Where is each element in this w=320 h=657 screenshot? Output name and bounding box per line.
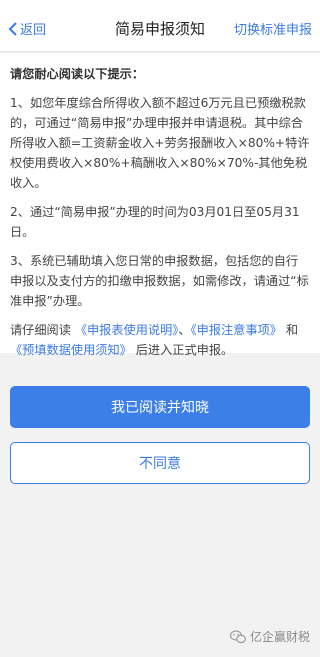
agree-button[interactable]: 我已阅读并知晓	[10, 386, 310, 428]
read-prefix: 请仔细阅读	[10, 323, 71, 337]
notice-item-2: 2、通过“简易申报”办理的时间为03月01日至05月31日。	[10, 205, 300, 239]
link-filing-notes[interactable]: 《申报注意事项》	[191, 323, 282, 337]
back-label: 返回	[20, 23, 47, 38]
read-docs-text: 请仔细阅读 《申报表使用说明》、《申报注意事项》 和 《预填数据使用须知》 后进…	[10, 320, 310, 360]
intro-text: 请您耐心阅读以下提示：	[10, 67, 145, 81]
watermark-text: 亿企赢财税	[249, 630, 310, 644]
read-suffix: 后进入正式申报。	[135, 343, 234, 357]
switch-standard-button[interactable]: 切换标准申报	[234, 19, 312, 38]
wechat-icon	[229, 629, 246, 643]
disagree-button[interactable]: 不同意	[10, 442, 310, 484]
notice-item-3: 3、系统已辅助填入您日常的申报数据，包括您的自行申报以及支付方的扣缴申报数据，如…	[10, 254, 309, 308]
and-text: 和	[285, 323, 299, 337]
nav-bar: 返回 简易申报须知 切换标准申报	[0, 0, 320, 52]
link-form-instructions[interactable]: 《申报表使用说明》	[75, 323, 179, 337]
link-prefill-notice[interactable]: 《预填数据使用须知》	[10, 343, 132, 357]
separator: 、	[178, 323, 191, 337]
notice-content: 请您耐心阅读以下提示： 1、如您年度综合所得收入额不超过6万元且已预缴税款的，可…	[0, 53, 320, 357]
watermark: 亿企赢财税	[229, 628, 310, 645]
chevron-left-icon	[8, 21, 17, 36]
notice-item-1: 1、如您年度综合所得收入额不超过6万元且已预缴税款的，可通过“简易申报”办理申报…	[10, 96, 310, 190]
back-button[interactable]: 返回	[8, 19, 46, 38]
